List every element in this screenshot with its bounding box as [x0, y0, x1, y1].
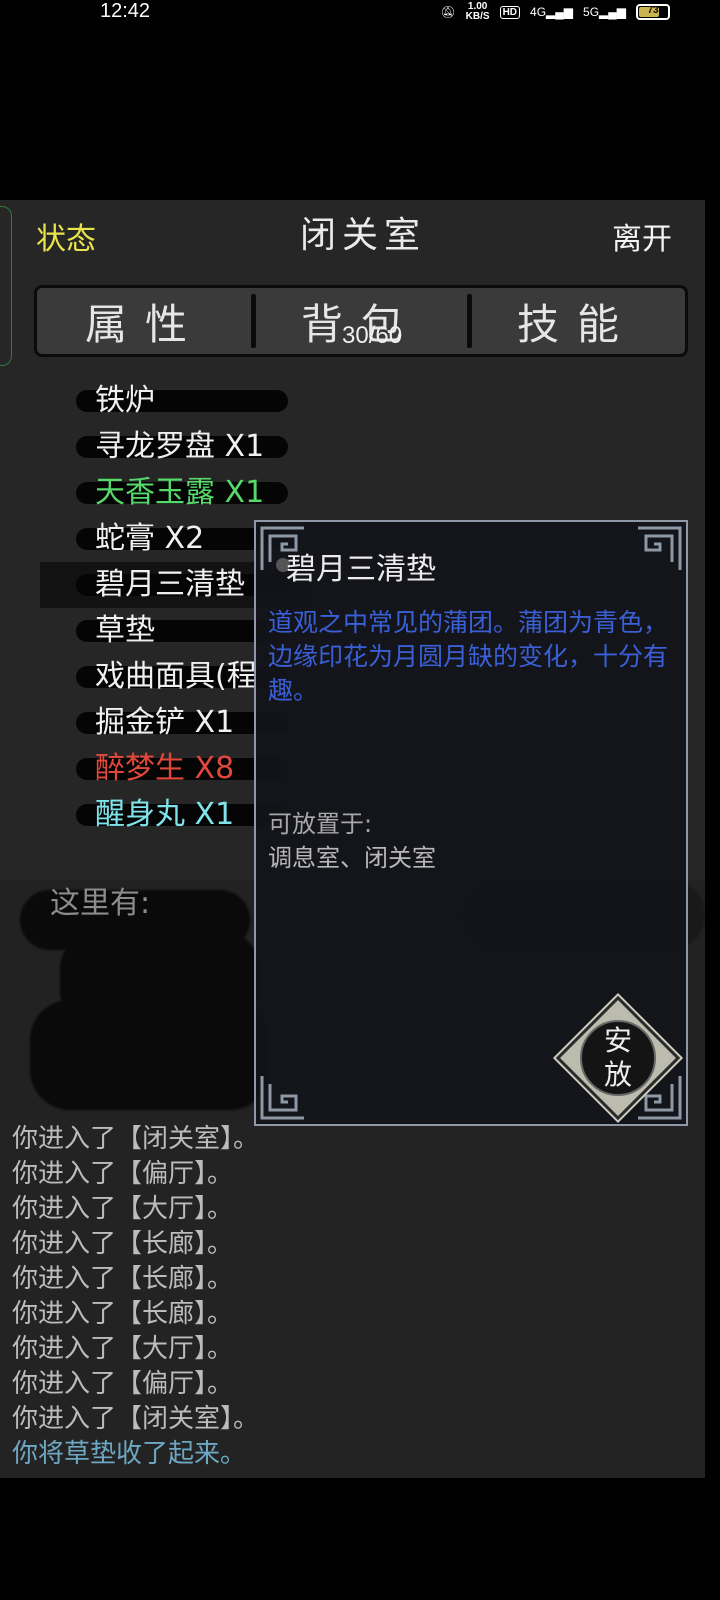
leave-button[interactable]: 离开	[612, 214, 672, 258]
signal-5g-label: 5G	[583, 5, 600, 19]
log-line: 你进入了【偏厅】。	[12, 1159, 234, 1189]
corner-ornament-icon	[638, 526, 682, 570]
place-button-label: 安放	[603, 1024, 632, 1091]
mute-bell-icon: 🔕︎	[440, 5, 456, 19]
log-line: 你进入了【长廊】。	[12, 1299, 234, 1329]
status-button[interactable]: 状态	[36, 214, 96, 258]
item-label: 蛇膏 X2	[95, 521, 205, 556]
item-label: 草垫	[95, 613, 155, 648]
signal-4g-label: 4G	[530, 5, 547, 19]
item-label: 天香玉露 X1	[95, 475, 265, 510]
clock: 12:42	[100, 0, 151, 22]
message-log[interactable]: 你进入了【闭关室】。 你进入了【偏厅】。 你进入了【大厅】。 你进入了【长廊】。 你进入…	[0, 1120, 705, 1478]
signal-4g-icon: 4G▂▄▆	[530, 5, 574, 19]
status-bar: 12:42 🔕︎ 1.00 KB/S HD 4G▂▄▆ 5G▂▄▆ 73	[0, 0, 720, 26]
inventory-count: 30/60	[342, 322, 403, 349]
battery-icon: 73	[636, 4, 670, 20]
log-line: 你将草垫收了起来。	[12, 1439, 247, 1469]
item-name: 碧月三清垫	[286, 552, 436, 587]
item-label: 掘金铲 X1	[95, 705, 235, 740]
inventory-item[interactable]: 天香玉露 X1	[40, 470, 310, 516]
battery-level: 73	[647, 5, 659, 16]
signal-5g-icon: 5G▂▄▆	[583, 5, 626, 19]
item-label: 碧月三清垫	[95, 567, 245, 602]
log-line: 你进入了【大厅】。	[12, 1194, 234, 1224]
corner-ornament-icon	[260, 1076, 304, 1120]
tab-attributes[interactable]: 属性	[37, 288, 253, 354]
log-line: 你进入了【偏厅】。	[12, 1369, 234, 1399]
status-icons: 🔕︎ 1.00 KB/S HD 4G▂▄▆ 5G▂▄▆ 73	[440, 2, 670, 22]
log-line: 你进入了【长廊】。	[12, 1264, 234, 1294]
item-label: 戏曲面具(程	[95, 659, 257, 694]
net-speed: 1.00 KB/S	[466, 2, 490, 22]
room-title: 闭关室	[300, 215, 427, 256]
ink-stroke	[30, 1000, 270, 1110]
here-label: 这里有:	[50, 886, 151, 921]
item-label: 寻龙罗盘 X1	[95, 429, 265, 464]
placement-label: 可放置于:	[268, 810, 373, 838]
item-label: 醒身丸 X1	[95, 797, 235, 832]
side-drawer-handle[interactable]	[0, 206, 12, 366]
hd-icon: HD	[499, 5, 521, 19]
item-label: 醉梦生 X8	[95, 751, 235, 786]
log-line: 你进入了【大厅】。	[12, 1334, 234, 1364]
item-description: 道观之中常见的蒲团。蒲团为青色，边缘印花为月圆月缺的变化，十分有趣。	[268, 608, 669, 705]
log-line: 你进入了【闭关室】。	[12, 1404, 260, 1434]
tab-skills[interactable]: 技能	[467, 288, 685, 354]
inventory-item[interactable]: 寻龙罗盘 X1	[40, 424, 310, 470]
log-line: 你进入了【闭关室】。	[12, 1124, 260, 1154]
item-label: 铁炉	[95, 383, 155, 418]
net-speed-unit: KB/S	[465, 11, 490, 22]
inventory-item[interactable]: 铁炉	[40, 378, 310, 424]
log-line: 你进入了【长廊】。	[12, 1229, 234, 1259]
place-button[interactable]: 安放	[555, 995, 681, 1121]
placement-rooms: 调息室、闭关室	[268, 844, 436, 872]
